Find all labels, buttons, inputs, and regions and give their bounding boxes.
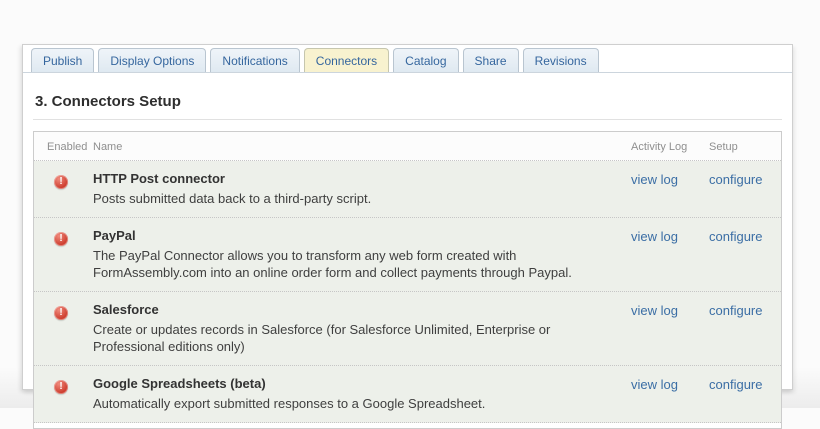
configure-link[interactable]: configure — [709, 377, 762, 392]
connector-description: Create or updates records in Salesforce … — [93, 322, 551, 354]
connector-row: ! Google Spreadsheets (beta) Automatical… — [34, 366, 781, 423]
activity-log-cell: view log — [631, 302, 709, 355]
column-header-setup: Setup — [709, 141, 738, 153]
connector-row: ! Salesforce Create or updates records i… — [34, 292, 781, 366]
setup-cell: configure — [709, 376, 781, 412]
view-log-link[interactable]: view log — [631, 172, 678, 187]
connector-name: Google Spreadsheets (beta) — [93, 376, 266, 391]
page-title: 3. Connectors Setup — [33, 85, 782, 120]
connector-row: ! PayPal The PayPal Connector allows you… — [34, 218, 781, 292]
setup-cell: configure — [709, 171, 781, 207]
name-cell: HTTP Post connector Posts submitted data… — [93, 171, 631, 207]
activity-log-cell: view log — [631, 171, 709, 207]
table-header-row: Enabled Name Activity Log Setup — [34, 132, 781, 161]
setup-cell: configure — [709, 302, 781, 355]
column-header-name: Name — [93, 141, 123, 153]
tab-connectors[interactable]: Connectors — [303, 48, 390, 72]
enabled-cell: ! — [34, 171, 93, 207]
tab-notifications[interactable]: Notifications — [210, 48, 300, 72]
connector-description: Posts submitted data back to a third-par… — [93, 191, 372, 206]
tab-bar: Publish Display Options Notifications Co… — [23, 45, 792, 73]
tab-display-options[interactable]: Display Options — [98, 48, 207, 72]
connector-name: Salesforce — [93, 302, 159, 317]
name-cell: Salesforce Create or updates records in … — [93, 302, 631, 355]
connector-name: PayPal — [93, 228, 136, 243]
enabled-cell: ! — [34, 228, 93, 281]
disabled-alert-icon: ! — [54, 306, 68, 320]
connector-description: The PayPal Connector allows you to trans… — [93, 248, 572, 280]
configure-link[interactable]: configure — [709, 229, 762, 244]
tab-publish[interactable]: Publish — [31, 48, 95, 72]
disabled-alert-icon: ! — [54, 175, 68, 189]
disabled-alert-icon: ! — [54, 232, 68, 246]
name-cell: Google Spreadsheets (beta) Automatically… — [93, 376, 631, 412]
view-log-link[interactable]: view log — [631, 303, 678, 318]
setup-cell: configure — [709, 228, 781, 281]
connector-rows: ! HTTP Post connector Posts submitted da… — [34, 161, 781, 423]
enabled-cell: ! — [34, 376, 93, 412]
name-cell: PayPal The PayPal Connector allows you t… — [93, 228, 631, 281]
connectors-table: Enabled Name Activity Log Setup ! HTTP P… — [33, 131, 782, 429]
panel-content: 3. Connectors Setup Enabled Name Activit… — [23, 73, 792, 429]
connectors-settings-panel: Publish Display Options Notifications Co… — [22, 44, 793, 429]
connector-description: Automatically export submitted responses… — [93, 396, 486, 411]
view-log-link[interactable]: view log — [631, 229, 678, 244]
tab-catalog[interactable]: Catalog — [393, 48, 459, 72]
configure-link[interactable]: configure — [709, 303, 762, 318]
disabled-alert-icon: ! — [54, 380, 68, 394]
column-header-activity-log: Activity Log — [631, 141, 688, 153]
tab-revisions[interactable]: Revisions — [522, 48, 599, 72]
column-header-enabled: Enabled — [47, 141, 88, 153]
view-log-link[interactable]: view log — [631, 377, 678, 392]
connector-row: ! HTTP Post connector Posts submitted da… — [34, 161, 781, 218]
configure-link[interactable]: configure — [709, 172, 762, 187]
activity-log-cell: view log — [631, 228, 709, 281]
enabled-cell: ! — [34, 302, 93, 355]
connector-name: HTTP Post connector — [93, 171, 225, 186]
tab-share[interactable]: Share — [462, 48, 519, 72]
activity-log-cell: view log — [631, 376, 709, 412]
